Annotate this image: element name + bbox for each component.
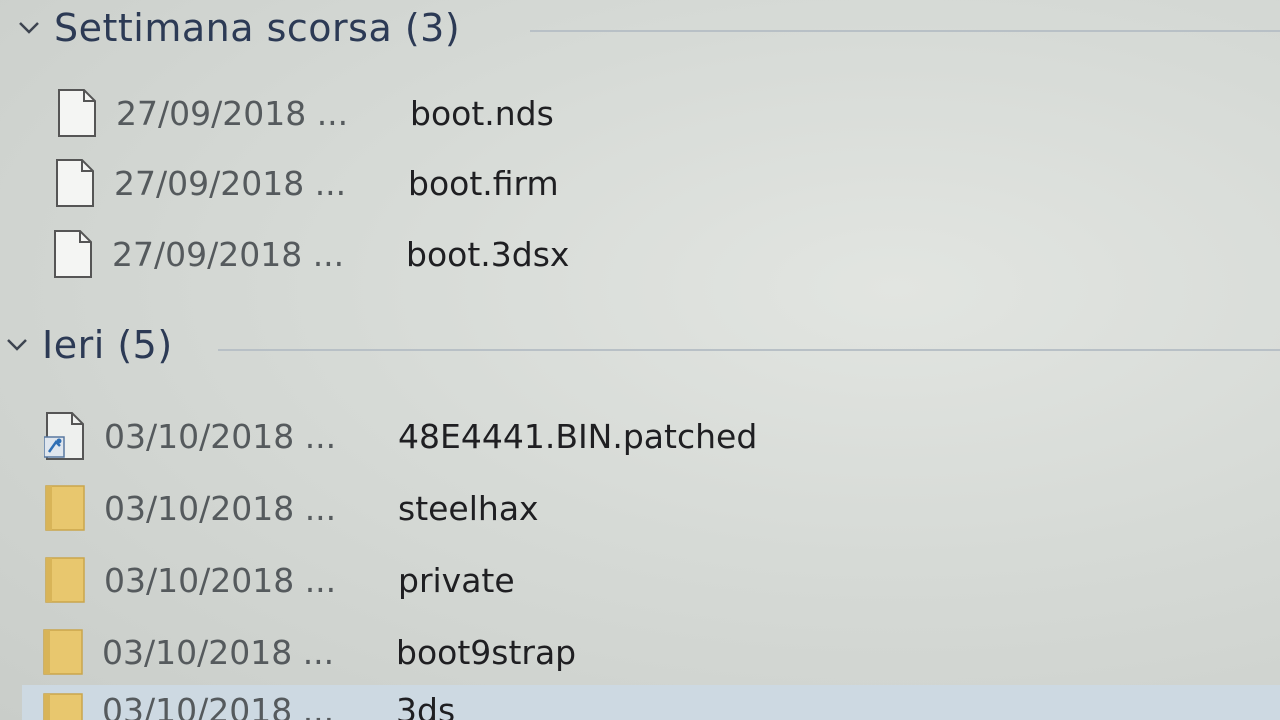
group-title: Settimana scorsa (3)	[54, 6, 461, 50]
file-name: private	[398, 560, 515, 600]
file-name: 3ds	[396, 691, 456, 720]
date-modified: 27/09/2018 ...	[116, 93, 349, 133]
group-header-yesterday[interactable]: Ieri (5)	[6, 320, 173, 370]
date-modified: 03/10/2018 ...	[104, 488, 337, 528]
folder-icon	[44, 483, 86, 533]
folder-icon	[42, 627, 84, 677]
chevron-down-icon[interactable]	[6, 334, 28, 356]
binary-file-icon	[43, 411, 86, 461]
list-item-selected[interactable]: 03/10/2018 ... 3ds	[22, 685, 1280, 720]
list-item[interactable]: 27/09/2018 ... boot.nds	[56, 82, 554, 144]
list-item[interactable]: 03/10/2018 ... 48E4441.BIN.patched	[43, 405, 758, 467]
group-divider	[218, 349, 1280, 351]
file-name: boot9strap	[396, 632, 577, 672]
file-icon	[52, 229, 94, 279]
folder-icon	[44, 555, 86, 605]
list-item[interactable]: 27/09/2018 ... boot.firm	[54, 152, 559, 214]
file-name: boot.3dsx	[406, 234, 570, 274]
date-modified: 03/10/2018 ...	[104, 416, 337, 456]
group-title: Ieri (5)	[42, 323, 173, 367]
list-item[interactable]: 03/10/2018 ... steelhax	[44, 477, 539, 539]
file-name: boot.firm	[408, 163, 559, 203]
file-icon	[54, 158, 96, 208]
file-name: 48E4441.BIN.patched	[398, 416, 758, 456]
date-modified: 03/10/2018 ...	[104, 560, 337, 600]
date-modified: 03/10/2018 ...	[102, 632, 335, 672]
file-name: boot.nds	[410, 93, 554, 133]
chevron-down-icon[interactable]	[18, 17, 40, 39]
file-icon	[56, 88, 98, 138]
list-item[interactable]: 03/10/2018 ... private	[44, 549, 515, 611]
date-modified: 27/09/2018 ...	[112, 234, 345, 274]
list-item[interactable]: 27/09/2018 ... boot.3dsx	[52, 223, 569, 285]
folder-icon	[42, 691, 84, 720]
group-header-last-week[interactable]: Settimana scorsa (3)	[18, 3, 460, 53]
list-item[interactable]: 03/10/2018 ... boot9strap	[42, 621, 576, 683]
date-modified: 27/09/2018 ...	[114, 163, 347, 203]
date-modified: 03/10/2018 ...	[102, 691, 335, 720]
file-name: steelhax	[398, 488, 539, 528]
group-divider	[530, 30, 1280, 32]
